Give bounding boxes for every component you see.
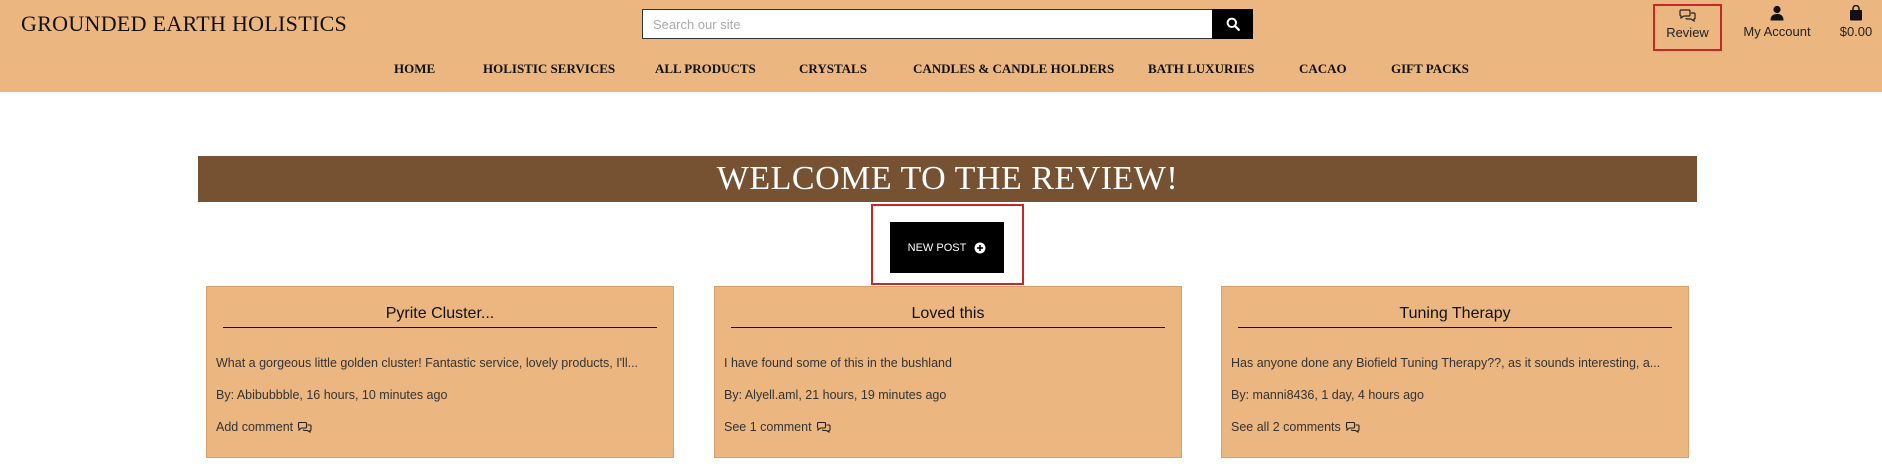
chat-icon xyxy=(1678,9,1696,22)
post-byline: By: manni8436, 1 day, 4 hours ago xyxy=(1231,388,1424,402)
comments-link[interactable]: See 1 comment xyxy=(724,420,831,434)
comments-label: See 1 comment xyxy=(724,420,812,434)
plus-circle-icon xyxy=(974,242,986,253)
nav-item-home[interactable]: HOME xyxy=(394,61,435,77)
page-title: WELCOME TO THE REVIEW! xyxy=(716,160,1179,197)
post-excerpt: Has anyone done any Biofield Tuning Ther… xyxy=(1231,356,1661,370)
review-link[interactable]: Review xyxy=(1653,4,1722,51)
comment-icon xyxy=(1345,421,1360,433)
nav-item-all-products[interactable]: ALL PRODUCTS xyxy=(655,61,756,77)
nav-item-holistic-services[interactable]: HOLISTIC SERVICES xyxy=(483,61,615,77)
review-label: Review xyxy=(1666,25,1709,40)
post-title[interactable]: Tuning Therapy xyxy=(1238,305,1672,328)
new-post-button[interactable]: NEW POST xyxy=(890,222,1004,273)
post-title[interactable]: Pyrite Cluster... xyxy=(223,305,657,328)
comments-label: Add comment xyxy=(216,420,294,434)
welcome-banner: WELCOME TO THE REVIEW! xyxy=(198,156,1697,202)
search-button[interactable] xyxy=(1212,9,1253,39)
comment-icon xyxy=(298,421,312,433)
post-excerpt: I have found some of this in the bushlan… xyxy=(724,356,952,370)
comments-link[interactable]: Add comment xyxy=(216,420,312,434)
nav-item-cacao[interactable]: CACAO xyxy=(1299,61,1347,77)
post-byline: By: Abibubbble, 16 hours, 10 minutes ago xyxy=(216,388,448,402)
my-account-label: My Account xyxy=(1743,24,1811,39)
site-header: GROUNDED EARTH HOLISTICS Review My Accou… xyxy=(0,0,1882,92)
search-icon xyxy=(1226,17,1240,31)
new-post-label: NEW POST xyxy=(907,241,967,254)
post-card[interactable]: Loved this I have found some of this in … xyxy=(714,286,1182,458)
nav-item-candles[interactable]: CANDLES & CANDLE HOLDERS xyxy=(913,61,1114,77)
post-card[interactable]: Pyrite Cluster... What a gorgeous little… xyxy=(206,286,674,458)
comments-link[interactable]: See all 2 comments xyxy=(1231,420,1360,434)
search-input[interactable] xyxy=(642,9,1212,39)
nav-item-gift-packs[interactable]: GIFT PACKS xyxy=(1391,61,1469,77)
cart-link[interactable]: $0.00 xyxy=(1836,5,1876,39)
post-title[interactable]: Loved this xyxy=(731,305,1165,328)
bag-icon xyxy=(1850,5,1862,21)
nav-item-bath-luxuries[interactable]: BATH LUXURIES xyxy=(1148,61,1254,77)
comments-label: See all 2 comments xyxy=(1231,420,1341,434)
post-byline: By: Alyell.aml, 21 hours, 19 minutes ago xyxy=(724,388,947,402)
cart-total: $0.00 xyxy=(1839,24,1873,39)
my-account-link[interactable]: My Account xyxy=(1738,5,1816,39)
nav-item-crystals[interactable]: CRYSTALS xyxy=(799,61,867,77)
post-excerpt: What a gorgeous little golden cluster! F… xyxy=(216,356,639,370)
post-card[interactable]: Tuning Therapy Has anyone done any Biofi… xyxy=(1221,286,1689,458)
site-logo[interactable]: GROUNDED EARTH HOLISTICS xyxy=(21,11,347,37)
comment-icon xyxy=(816,421,831,433)
main-nav: HOME HOLISTIC SERVICES ALL PRODUCTS CRYS… xyxy=(0,61,1882,79)
search-bar xyxy=(642,9,1253,39)
user-icon xyxy=(1770,5,1784,21)
